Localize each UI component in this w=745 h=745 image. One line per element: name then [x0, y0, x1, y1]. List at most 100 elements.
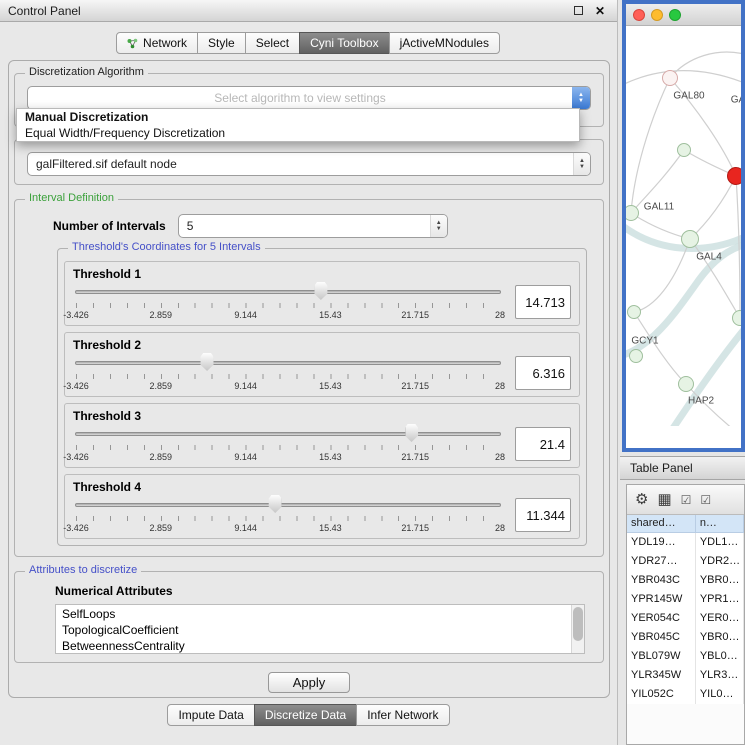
network-node[interactable] — [681, 230, 699, 248]
slider-thumb[interactable] — [201, 353, 214, 371]
scale-label: 9.144 — [234, 452, 257, 462]
number-of-intervals-label: Number of Intervals — [53, 219, 166, 233]
scrollbar-thumb[interactable] — [573, 607, 583, 641]
network-window-titlebar[interactable] — [626, 4, 741, 26]
slider-thumb[interactable] — [405, 424, 418, 442]
close-icon[interactable]: ✕ — [595, 5, 605, 17]
scale-label: 9.144 — [234, 523, 257, 533]
table-row[interactable]: YPR145WYPR1… — [627, 590, 744, 609]
algorithm-combobox[interactable]: Select algorithm to view settings ▲ ▼ Ma… — [27, 86, 591, 110]
slider-thumb[interactable] — [314, 282, 327, 300]
table-row[interactable]: YBR043CYBR0… — [627, 571, 744, 590]
threshold-value-field[interactable]: 21.4 — [515, 427, 571, 461]
threshold-slider[interactable]: -3.4262.8599.14415.4321.71528 — [75, 282, 501, 322]
threshold-label: Threshold 2 — [73, 338, 571, 353]
combobox-stepper-icon[interactable]: ▲ ▼ — [430, 215, 447, 237]
network-node[interactable] — [678, 376, 694, 392]
close-traffic-light-icon[interactable] — [633, 9, 645, 21]
interval-definition-title: Interval Definition — [25, 192, 118, 204]
node-label: GAL11 — [644, 202, 674, 213]
scale-label: 15.43 — [319, 310, 342, 320]
columns-icon[interactable]: ▦ — [657, 492, 671, 508]
select-rows-checkbox-icon[interactable]: ☑ — [700, 492, 711, 508]
gear-icon[interactable]: ⚙ — [635, 492, 648, 508]
scale-label: -3.426 — [63, 310, 89, 320]
number-of-intervals-combobox[interactable]: 5 ▲ ▼ — [178, 214, 448, 238]
table-row[interactable]: YLR345WYLR3… — [627, 666, 744, 685]
numerical-attributes-list[interactable]: SelfLoopsTopologicalCoefficientBetweenne… — [55, 604, 585, 654]
table-row[interactable]: YDL19…YDL1… — [627, 533, 744, 552]
tab-cyni-toolbox[interactable]: Cyni Toolbox — [299, 32, 389, 54]
node-label: GAL80 — [673, 91, 704, 102]
table-row[interactable]: YBR045CYBR0… — [627, 628, 744, 647]
slider-scale: -3.4262.8599.14415.4321.71528 — [76, 452, 500, 463]
table-row[interactable]: YER054CYER0… — [627, 609, 744, 628]
down-arrow-icon: ▼ — [436, 226, 442, 232]
scale-label: 15.43 — [319, 523, 342, 533]
network-canvas[interactable]: GAL80GAGAL11GAL4GCY1HAP2 — [626, 26, 741, 426]
threshold-value-field[interactable]: 6.316 — [515, 356, 571, 390]
slider-ticks — [76, 445, 500, 450]
combobox-arrows-icon[interactable]: ▲ ▼ — [572, 87, 590, 109]
scale-label: -3.426 — [63, 523, 89, 533]
float-window-icon[interactable] — [574, 6, 583, 15]
table-panel-window: ⚙ ▦ ☑ ☑ shared…n… YDL19…YDL1…YDR27…YDR2…… — [626, 484, 745, 745]
attribute-list-item[interactable]: TopologicalCoefficient — [62, 623, 568, 639]
threshold-value-field[interactable]: 14.713 — [515, 285, 571, 319]
column-header[interactable]: n… — [696, 515, 744, 532]
node-label: GAL4 — [696, 252, 722, 263]
algorithm-combobox-placeholder: Select algorithm to view settings — [28, 91, 572, 105]
attribute-list-item[interactable]: BetweennessCentrality — [62, 639, 568, 654]
table-data-combobox[interactable]: galFiltered.sif default node ▲ ▼ — [27, 152, 591, 176]
network-node[interactable] — [662, 70, 678, 86]
column-header[interactable]: shared… — [627, 515, 696, 532]
dropdown-item[interactable]: Manual Discretization — [17, 109, 579, 125]
network-view-window: GAL80GAGAL11GAL4GCY1HAP2 — [622, 0, 745, 452]
table-panel-titlebar[interactable]: Table Panel — [620, 456, 745, 480]
slider-thumb[interactable] — [269, 495, 282, 513]
zoom-traffic-light-icon[interactable] — [669, 9, 681, 21]
network-node[interactable] — [732, 310, 741, 326]
slider-track — [75, 503, 501, 507]
threshold-value-field[interactable]: 11.344 — [515, 498, 571, 532]
number-of-intervals-row: Number of Intervals 5 ▲ ▼ — [53, 214, 593, 238]
down-arrow-icon: ▼ — [579, 164, 585, 170]
tab-discretize-data[interactable]: Discretize Data — [254, 704, 357, 726]
list-scrollbar[interactable] — [571, 605, 584, 653]
tab-label: jActiveMNodules — [400, 36, 489, 50]
threshold-slider[interactable]: -3.4262.8599.14415.4321.71528 — [75, 495, 501, 535]
apply-button[interactable]: Apply — [268, 672, 351, 693]
tab-label: Network — [143, 36, 187, 50]
thresholds-container: Threshold 1-3.4262.8599.14415.4321.71528… — [64, 261, 580, 539]
scale-label: -3.426 — [63, 381, 89, 391]
interval-definition-group: Interval Definition Number of Intervals … — [14, 199, 604, 557]
select-all-checkbox-icon[interactable]: ☑ — [681, 492, 692, 508]
scale-label: 21.715 — [401, 381, 429, 391]
scale-label: 9.144 — [234, 310, 257, 320]
tab-style[interactable]: Style — [197, 32, 246, 54]
table-cell: YBL0… — [696, 647, 744, 666]
attributes-group: Attributes to discretize Numerical Attri… — [14, 571, 604, 663]
network-node[interactable] — [677, 143, 691, 157]
tab-jactivemnodules[interactable]: jActiveMNodules — [389, 32, 500, 54]
combobox-stepper-icon[interactable]: ▲ ▼ — [573, 153, 590, 175]
table-row[interactable]: YBL079WYBL0… — [627, 647, 744, 666]
control-panel-titlebar[interactable]: Control Panel ✕ — [0, 0, 617, 22]
threshold-slider[interactable]: -3.4262.8599.14415.4321.71528 — [75, 353, 501, 393]
network-node[interactable] — [629, 349, 643, 363]
table-row[interactable]: YDR27…YDR2… — [627, 552, 744, 571]
tab-infer-network[interactable]: Infer Network — [356, 704, 449, 726]
dropdown-item[interactable]: Equal Width/Frequency Discretization — [17, 125, 579, 141]
attribute-list-item[interactable]: SelfLoops — [62, 607, 568, 623]
threshold-label: Threshold 3 — [73, 409, 571, 424]
tab-network[interactable]: Network — [116, 32, 198, 54]
tab-impute-data[interactable]: Impute Data — [167, 704, 254, 726]
scale-label: 2.859 — [150, 452, 173, 462]
minimize-traffic-light-icon[interactable] — [651, 9, 663, 21]
network-node[interactable] — [727, 167, 741, 185]
tab-select[interactable]: Select — [245, 32, 300, 54]
table-row[interactable]: YIL052CYIL0… — [627, 685, 744, 704]
threshold-slider[interactable]: -3.4262.8599.14415.4321.71528 — [75, 424, 501, 464]
network-node[interactable] — [627, 305, 641, 319]
scale-label: 21.715 — [401, 523, 429, 533]
